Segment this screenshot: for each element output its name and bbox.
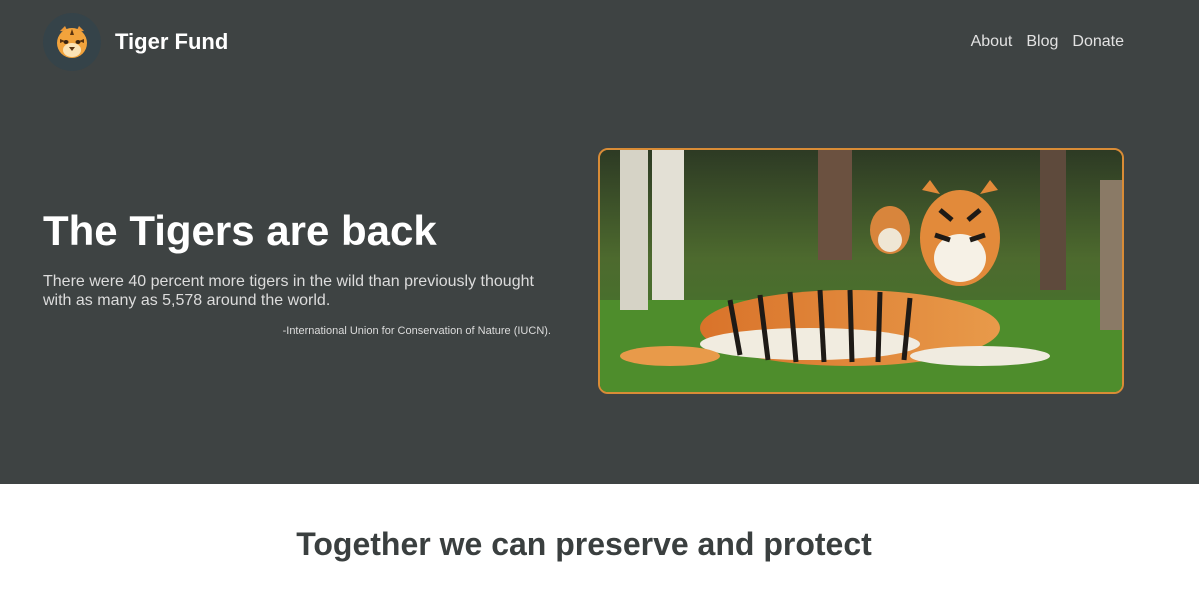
section-title: Together we can preserve and protect: [296, 526, 872, 562]
tiger-photo: [598, 148, 1124, 394]
nav-blog-link[interactable]: Blog: [1026, 33, 1058, 51]
hero-title: The Tigers are back: [43, 207, 437, 254]
nav-donate-link[interactable]: Donate: [1072, 33, 1124, 51]
nav-about-link[interactable]: About: [971, 33, 1013, 51]
hero-lead: There were 40 percent more tigers in the…: [43, 273, 534, 309]
tiger-photo-illustration: [600, 150, 1122, 392]
hero-citation: -International Union for Conservation of…: [282, 325, 551, 337]
tiger-face-icon: [57, 26, 87, 58]
tiger-logo-icon[interactable]: [43, 13, 101, 71]
hero-section: Tiger Fund About Blog Donate The Tigers …: [0, 0, 1199, 484]
main-nav: About Blog Donate: [971, 33, 1124, 51]
brand-name[interactable]: Tiger Fund: [115, 29, 228, 55]
